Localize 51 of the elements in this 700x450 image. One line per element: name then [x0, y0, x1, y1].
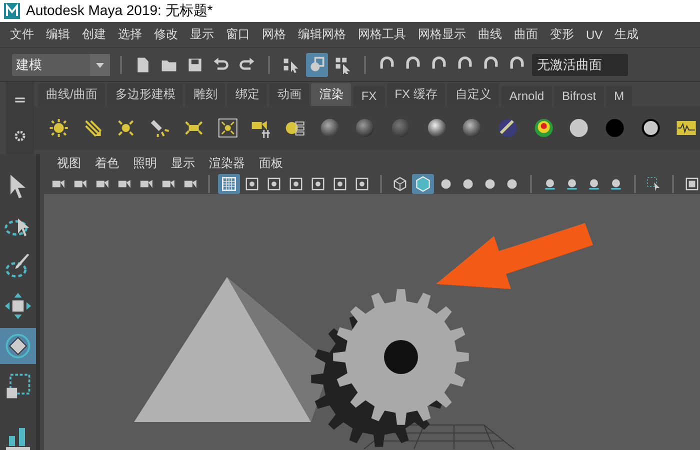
menu-item[interactable]: 网格显示 [412, 26, 472, 43]
shelf-tab[interactable]: 多边形建模 [107, 83, 184, 106]
window-title: Autodesk Maya 2019: 无标题* [26, 2, 213, 20]
select-object-toggle[interactable] [306, 52, 328, 76]
mode-dropdown[interactable]: 建模 [12, 54, 110, 76]
shelf-tab[interactable]: 雕刻 [185, 83, 226, 106]
menu-item[interactable]: 生成 [608, 26, 645, 43]
menu-item[interactable]: 文件 [4, 26, 40, 43]
shelf-tab[interactable]: 动画 [269, 83, 310, 106]
shelf-tab[interactable]: Arnold [501, 86, 552, 106]
menu-item[interactable]: 变形 [544, 26, 580, 43]
menu-item[interactable]: UV [580, 28, 609, 42]
shelf-tab[interactable]: 曲线/曲面 [38, 83, 106, 106]
panel-menu-item[interactable]: 显示 [164, 155, 202, 172]
live-surface-field[interactable]: 无激活曲面 [532, 54, 628, 76]
shelf-tab[interactable]: 自定义 [447, 83, 500, 106]
menu-item[interactable]: 网格 [256, 26, 292, 43]
panel-menu-item[interactable]: 着色 [88, 155, 126, 172]
caret-icon[interactable] [90, 54, 110, 76]
select-camera-icon[interactable] [646, 174, 662, 193]
menu-item[interactable]: 编辑 [40, 26, 76, 43]
menu-item[interactable]: 窗口 [220, 26, 256, 43]
select-hierarchy-icon[interactable] [282, 56, 300, 74]
app-logo-icon [4, 3, 20, 19]
wireframe-cube-icon[interactable] [392, 174, 408, 193]
menu-item[interactable]: 修改 [148, 26, 184, 43]
menu-item[interactable]: 曲面 [508, 26, 544, 43]
select-component-icon[interactable] [334, 56, 352, 74]
shaded-toggle[interactable] [412, 174, 434, 194]
menu-item[interactable]: 编辑网格 [292, 26, 352, 43]
viewport[interactable] [44, 194, 700, 450]
panel-menu-item[interactable]: 渲染器 [202, 155, 252, 172]
menu-item[interactable]: 曲线 [472, 26, 508, 43]
shelf-tab[interactable]: Bifrost [554, 86, 604, 106]
panel-menu-item[interactable]: 照明 [126, 155, 164, 172]
save-icon[interactable] [186, 56, 204, 74]
grid-toggle[interactable] [218, 174, 240, 194]
shelf-tab[interactable]: 绑定 [227, 83, 268, 106]
move-tool-icon[interactable] [3, 291, 33, 321]
shelf-tab[interactable]: FX [353, 86, 385, 106]
panel-menu-item[interactable]: 面板 [252, 155, 290, 172]
shelf-tab[interactable]: 渲染 [311, 83, 352, 106]
menu-item[interactable]: 选择 [112, 26, 148, 43]
shelf-tab[interactable]: FX 缓存 [386, 83, 446, 106]
menu-item[interactable]: 网格工具 [352, 26, 412, 43]
bar-graph-icon[interactable] [5, 426, 31, 450]
menu-item[interactable]: 创建 [76, 26, 112, 43]
rotate-tool[interactable] [0, 328, 36, 364]
panel-menu-item[interactable]: 视图 [50, 155, 88, 172]
menu-item[interactable]: 显示 [184, 26, 220, 43]
shelf-tab[interactable]: M [606, 86, 632, 106]
